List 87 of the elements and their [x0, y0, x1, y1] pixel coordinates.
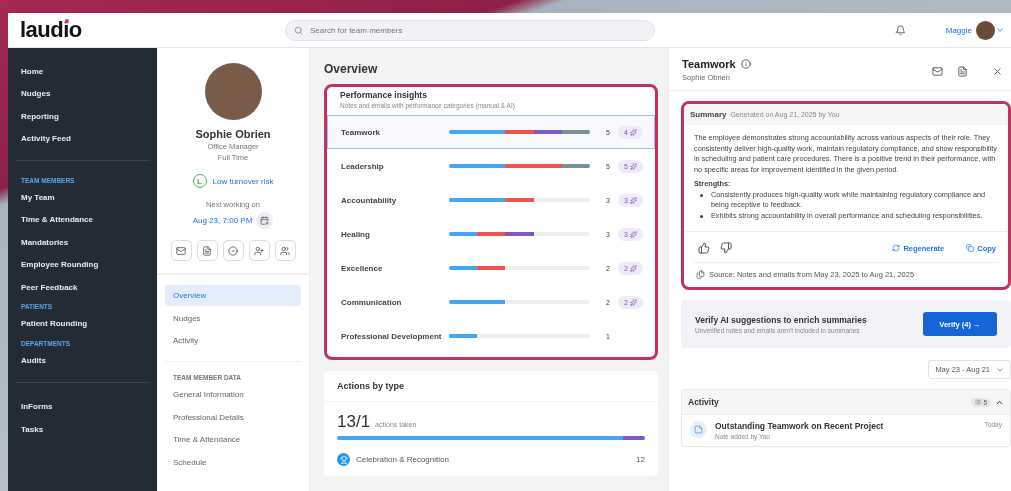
- logo: laudio: [20, 17, 83, 43]
- check-circle-icon: [228, 245, 238, 256]
- sidebar-item[interactable]: Audits: [8, 349, 157, 372]
- card-title: Performance insights: [339, 90, 428, 100]
- note-icon: [690, 421, 707, 438]
- sparkle-icon: [629, 298, 637, 306]
- activity-title: Activity: [688, 397, 720, 407]
- sparkle-icon: [629, 230, 637, 238]
- sparkle-icon: [629, 264, 637, 272]
- sparkle-icon: [629, 162, 637, 170]
- panel-title: Teamwork: [682, 58, 736, 70]
- thumbs-down-icon: [720, 242, 732, 254]
- summary-title: Summary: [690, 110, 727, 119]
- mail-icon: [176, 245, 186, 256]
- card-title: Actions by type: [324, 371, 658, 402]
- sidebar-item[interactable]: Reporting: [8, 105, 157, 128]
- sidebar-item[interactable]: Nudges: [8, 82, 157, 105]
- actions-total: 13/1: [337, 412, 371, 432]
- note-button[interactable]: [957, 66, 968, 77]
- sidebar-item[interactable]: Peer Feedback: [8, 276, 157, 299]
- document-icon: [957, 66, 968, 77]
- sidebar-item[interactable]: Patient Rounding: [8, 312, 157, 335]
- category-name: Leadership: [341, 161, 385, 171]
- nav-item[interactable]: Time & Attendance: [165, 429, 301, 450]
- search-field[interactable]: Search for team members: [285, 19, 655, 41]
- action-type-label: Celebration & Recognition: [356, 455, 450, 464]
- category-name: Accountability: [341, 195, 398, 205]
- mail-button[interactable]: [932, 66, 943, 77]
- list-icon: [975, 399, 982, 405]
- nav-item[interactable]: Nudges: [165, 307, 301, 329]
- action-button[interactable]: [274, 240, 296, 261]
- user-plus-icon: [254, 245, 264, 256]
- category-name: Healing: [341, 229, 371, 239]
- users-icon: [280, 245, 290, 256]
- sparkle-icon: [629, 128, 637, 136]
- category-name: Excellence: [341, 263, 384, 273]
- sidebar-item[interactable]: Home: [8, 60, 157, 83]
- sidebar-item[interactable]: My Team: [8, 186, 157, 209]
- nav-item[interactable]: Schedule: [165, 451, 301, 473]
- category-name: Teamwork: [341, 127, 381, 137]
- activity-item-title: Outstanding Teamwork on Recent Project: [715, 421, 885, 431]
- calendar-button[interactable]: [256, 212, 274, 229]
- sidebar-item[interactable]: Mandatories: [8, 231, 157, 254]
- sidebar-item[interactable]: Time & Attendance: [8, 208, 157, 231]
- sidebar-item[interactable]: Employee Rounding: [8, 253, 157, 276]
- thumbs-down-button[interactable]: [720, 242, 732, 254]
- risk-label: Low turnover risk: [212, 176, 274, 186]
- document-icon: [202, 245, 212, 256]
- user-name[interactable]: Maggie: [945, 25, 972, 35]
- mail-icon: [932, 66, 943, 77]
- action-button[interactable]: [222, 240, 244, 261]
- refresh-icon: [892, 244, 901, 252]
- sidebar-item[interactable]: Activity Feed: [8, 127, 157, 150]
- search-icon: [294, 25, 303, 35]
- action-button[interactable]: [170, 240, 192, 261]
- bullet-icon: [700, 193, 703, 197]
- files-icon: [696, 270, 705, 279]
- logo-dot-icon: [65, 19, 69, 23]
- bell-icon[interactable]: [894, 24, 906, 36]
- action-type-count: 12: [636, 455, 645, 464]
- thumbs-up-icon: [698, 242, 710, 254]
- nav-item[interactable]: Overview: [165, 285, 301, 306]
- copy-icon: [966, 244, 975, 252]
- sidebar-item[interactable]: Tasks: [8, 418, 157, 441]
- action-button[interactable]: [248, 240, 270, 261]
- next-working-time[interactable]: Aug 23, 7:00 PM: [192, 216, 253, 225]
- search-input[interactable]: Search for team members: [308, 24, 646, 36]
- thumbs-up-button[interactable]: [698, 242, 710, 254]
- category-name: Professional Development: [341, 331, 443, 341]
- profile-name: Sophie Obrien: [195, 128, 271, 140]
- avatar-photo-placeholder: [204, 63, 262, 120]
- bullet-icon: [700, 214, 703, 218]
- close-button[interactable]: [992, 66, 1003, 77]
- nav-item[interactable]: Professional Details: [165, 406, 301, 428]
- verify-title: Verify AI suggestions to enrich summaries: [695, 314, 868, 325]
- info-icon[interactable]: [740, 59, 751, 69]
- section-title: Overview: [324, 62, 379, 76]
- chevron-down-icon[interactable]: [995, 25, 1005, 35]
- nav-item[interactable]: General Information: [165, 384, 301, 405]
- sparkle-icon: [629, 196, 637, 204]
- sidebar-item[interactable]: InForms: [8, 395, 157, 418]
- calendar-icon: [260, 216, 270, 225]
- avatar: [976, 20, 995, 40]
- action-button[interactable]: [196, 240, 218, 261]
- close-icon: [992, 66, 1003, 77]
- nav-item[interactable]: Activity: [165, 330, 301, 351]
- category-name: Communication: [341, 297, 403, 307]
